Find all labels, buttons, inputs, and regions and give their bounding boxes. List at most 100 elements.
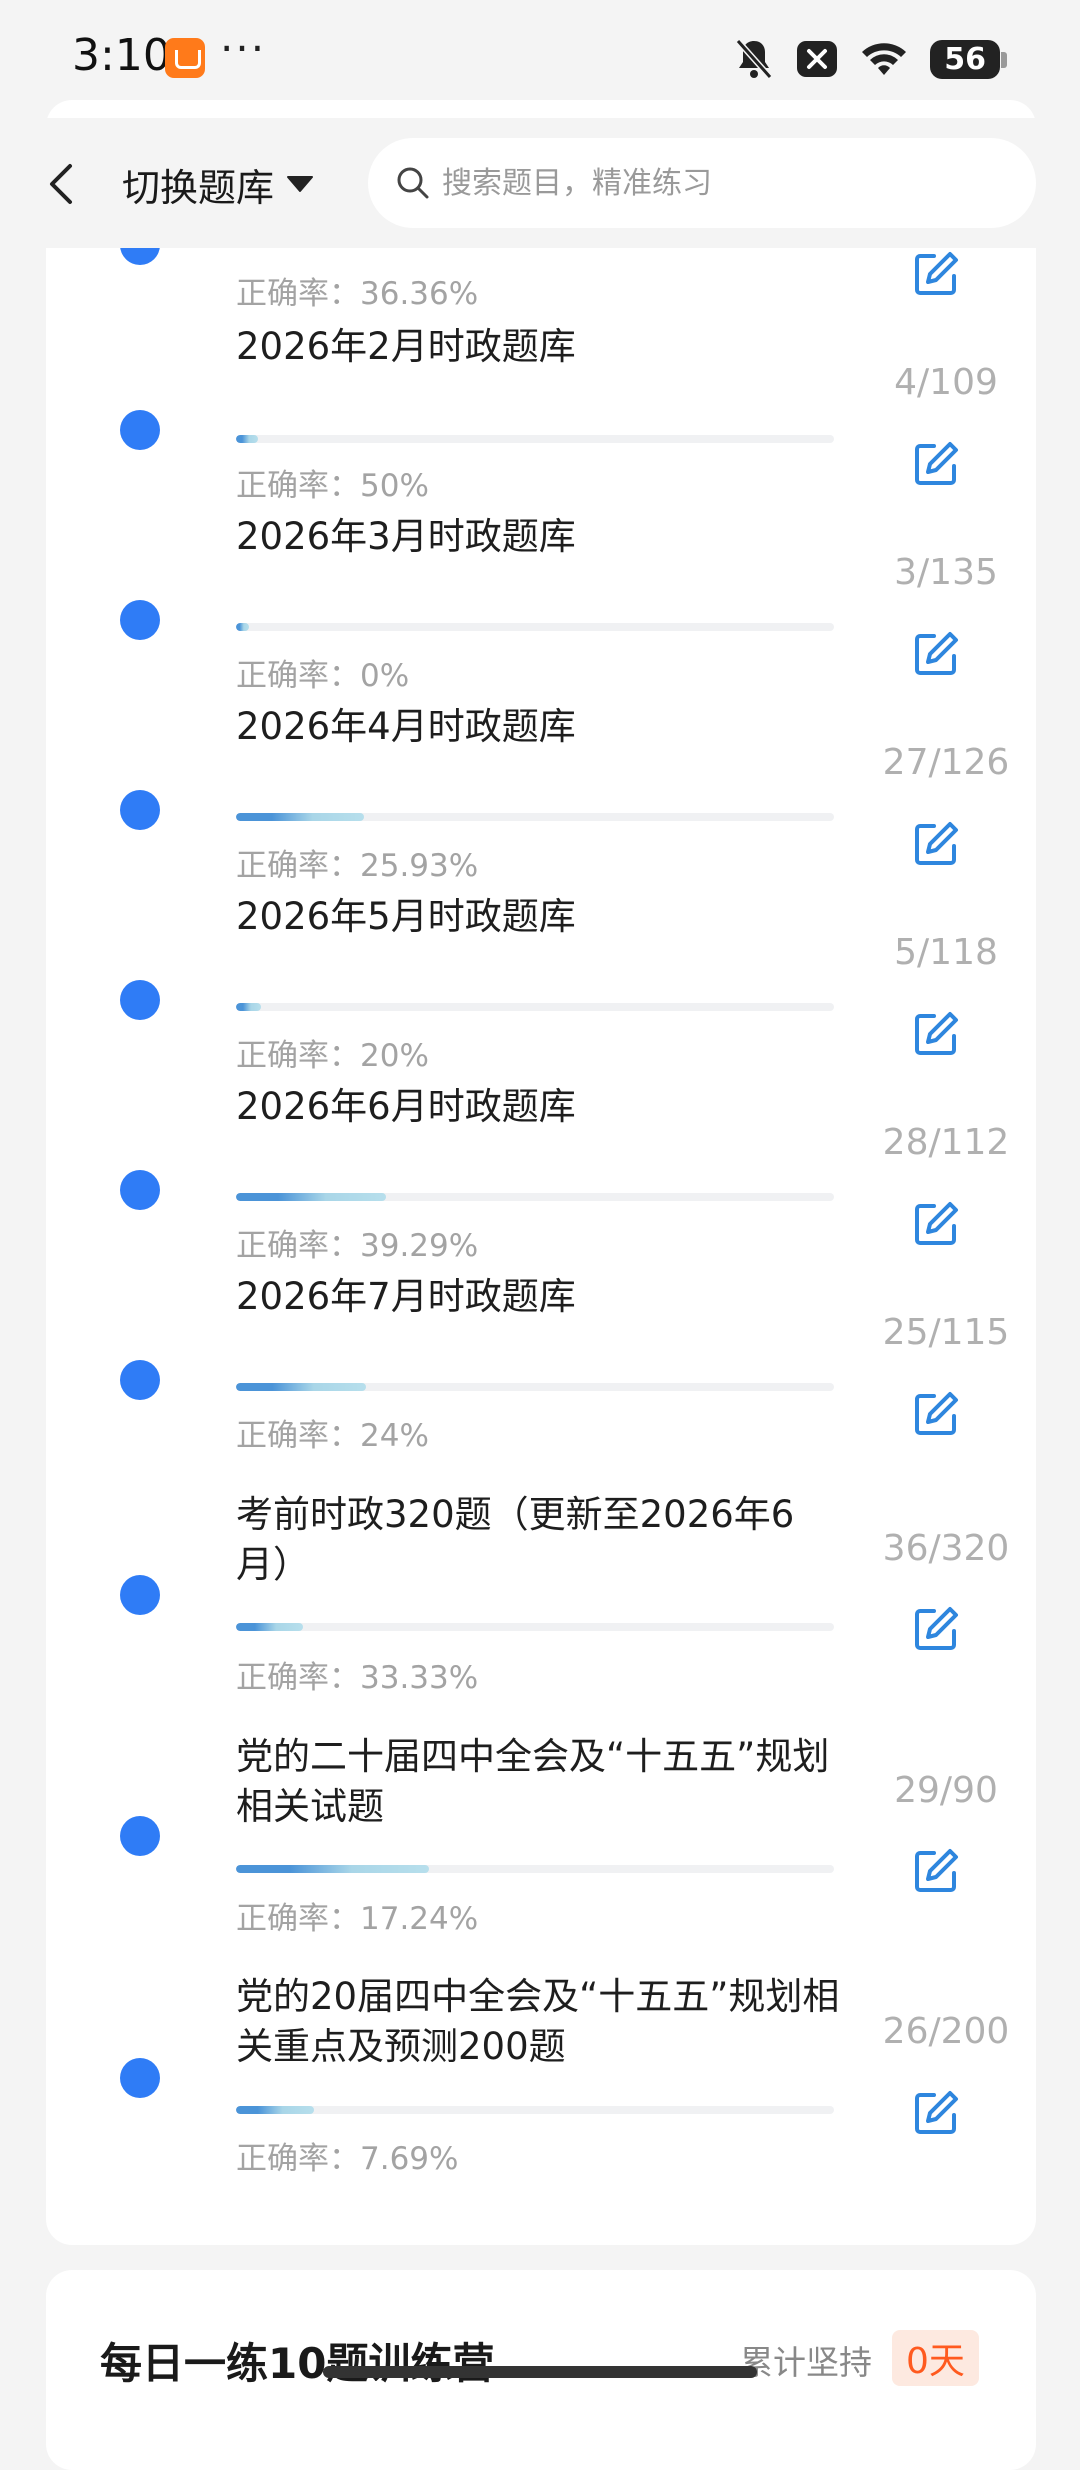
battery-icon: 56 [930,39,1007,79]
item-accuracy: 正确率：25.93% [236,840,478,885]
accuracy-label: 正确率： [236,2141,360,2177]
item-accuracy: 正确率：50% [236,460,429,505]
item-title: 考前时政320题（更新至2026年6月） [236,1493,795,1586]
item-progress-count: 29/90 [894,1770,998,1811]
accuracy-value: 25.93% [360,848,479,884]
daily-practice-title: 每日一练10题训练营 [100,2339,495,2388]
accuracy-value: 24% [360,1418,429,1454]
item-progress-bar [236,1623,834,1631]
item-accuracy: 正确率：33.33% [236,1652,478,1697]
item-accuracy: 正确率：0% [236,650,409,695]
item-progress-bar [236,435,834,443]
app-notification-icon [165,38,205,78]
item-title: 2026年5月时政题库 [236,895,576,938]
item-progress-bar [236,623,834,631]
item-progress-bar [236,1383,834,1391]
item-status-dot [120,1575,160,1615]
edit-icon[interactable] [912,1200,960,1248]
status-icons: 56 [734,34,1007,84]
switch-bank-button[interactable]: 切换题库 [122,156,314,212]
item-progress-count: 4/109 [894,362,998,403]
item-progress-fill [236,623,250,631]
accuracy-label: 正确率： [236,1038,360,1074]
item-progress-bar [236,813,834,821]
edit-icon[interactable] [912,440,960,488]
item-progress-bar [236,1003,834,1011]
item-accuracy: 正确率：17.24% [236,1893,478,1938]
accuracy-value: 33.33% [360,1660,479,1696]
switch-bank-label: 切换题库 [122,165,275,210]
item-title: 2026年7月时政题库 [236,1275,576,1318]
item-status-dot [120,410,160,450]
accuracy-value: 7.69% [360,2141,459,2177]
edit-icon[interactable] [912,1390,960,1438]
item-status-dot [120,1360,160,1400]
back-arrow-icon[interactable] [38,156,88,212]
item-accuracy: 正确率：20% [236,1030,429,1075]
accuracy-label: 正确率： [236,1418,360,1454]
item-progress-fill [236,1623,304,1631]
status-time: 3:10 [72,30,171,81]
edit-icon[interactable] [912,820,960,868]
item-progress-count: 27/126 [882,742,1010,783]
item-title: 2026年2月时政题库 [236,325,576,368]
item-progress-count: 36/320 [882,1528,1010,1569]
edit-icon[interactable] [912,1010,960,1058]
item-accuracy: 正确率：7.69% [236,2133,458,2178]
item-status-dot [120,2058,160,2098]
accuracy-value: 17.24% [360,1901,479,1937]
item-title: 2026年4月时政题库 [236,705,576,748]
item-progress-bar [236,1193,834,1201]
accuracy-value: 0% [360,658,410,694]
item-progress-fill [236,2106,314,2114]
item-title: 2026年6月时政题库 [236,1085,576,1128]
item-title: 2026年3月时政题库 [236,515,576,558]
item-status-dot [120,1816,160,1856]
accuracy-label: 正确率： [236,1228,360,1264]
streak-label: 累计坚持 [740,2343,872,2382]
accuracy-label: 正确率： [236,468,360,504]
item-accuracy: 正确率：36.36% [236,268,478,313]
item-progress-count: 3/135 [894,552,998,593]
item-progress-bar [236,1865,834,1873]
item-progress-count: 28/112 [882,1122,1010,1163]
accuracy-label: 正确率： [236,848,360,884]
accuracy-label: 正确率： [236,1901,360,1937]
item-title: 党的20届四中全会及“十五五”规划相关重点及预测200题 [236,1975,840,2068]
edit-icon[interactable] [912,1847,960,1895]
accuracy-label: 正确率： [236,1660,360,1696]
item-progress-fill [236,1003,262,1011]
item-progress-count: 25/115 [882,1312,1010,1353]
accuracy-label: 正确率： [236,658,360,694]
item-progress-count: 26/200 [882,2011,1010,2052]
item-progress-bar [236,2106,834,2114]
wifi-icon [862,43,907,75]
item-progress-fill [236,1383,366,1391]
bell-muted-icon [736,39,773,79]
streak-badge: 0天 [892,2330,979,2386]
item-progress-fill [236,1193,386,1201]
more-notifications-icon: ··· [220,24,267,73]
search-icon [397,167,429,199]
search-bar[interactable] [368,138,1036,228]
accuracy-value: 20% [360,1038,429,1074]
accuracy-value: 36.36% [360,276,479,312]
search-input[interactable] [440,164,1004,202]
item-progress-fill [236,1865,429,1873]
accuracy-value: 50% [360,468,429,504]
accuracy-value: 39.29% [360,1228,479,1264]
question-bank-list: 正确率：36.36% 2026年2月时政题库 正确率：50% 4/109 2026年3月… [46,100,1036,2245]
home-indicator[interactable] [323,2366,757,2378]
item-title: 党的二十届四中全会及“十五五”规划相关试题 [236,1735,830,1828]
edit-icon[interactable] [912,250,960,298]
edit-icon[interactable] [912,2089,960,2137]
item-progress-fill [236,435,259,443]
item-status-dot [120,980,160,1020]
edit-icon[interactable] [912,1605,960,1653]
item-status-dot [120,600,160,640]
item-status-dot [120,790,160,830]
item-accuracy: 正确率：24% [236,1410,429,1455]
item-progress-count: 5/118 [894,932,998,973]
close-box-icon [797,41,838,77]
edit-icon[interactable] [912,630,960,678]
